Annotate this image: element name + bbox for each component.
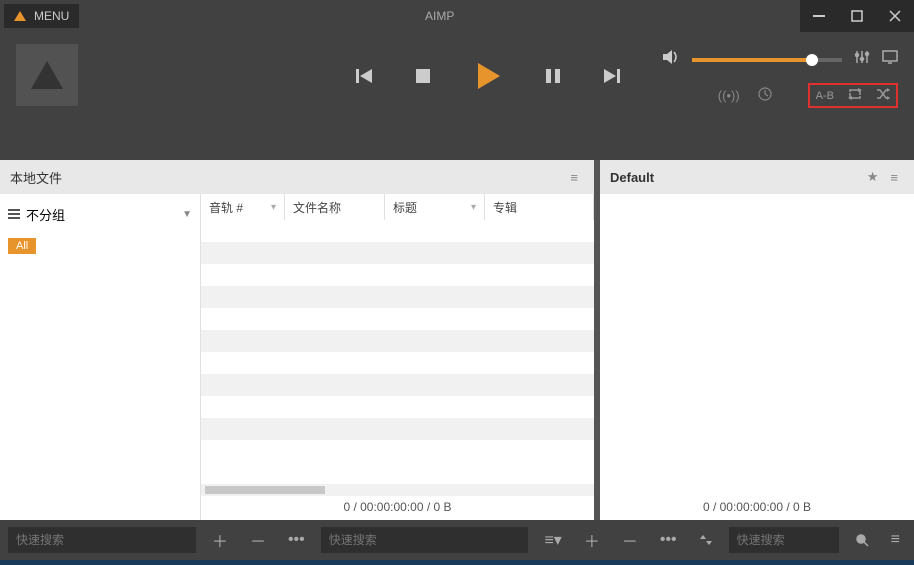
group-label: 不分组 (26, 205, 65, 224)
app-logo-icon (14, 11, 26, 21)
middle-search-input[interactable] (321, 527, 529, 553)
player-area: ((•)) A-B (0, 32, 914, 160)
col-title[interactable]: 标题▾ (385, 194, 485, 220)
playlist-panel: Default ★ ≡ 0 / 00:00:00:00 / 0 B (600, 160, 914, 520)
playlist-tab[interactable]: Default (610, 170, 654, 185)
list-menu-button[interactable]: ≡▾ (538, 530, 567, 550)
next-button[interactable] (602, 66, 622, 86)
table-row (201, 220, 594, 242)
playlist-menu-icon[interactable]: ≡ (884, 170, 904, 185)
playback-mode-box: A-B (808, 83, 898, 108)
col-album[interactable]: 专辑 (485, 194, 594, 220)
bottom-bar: ＋ － ••• ≡▾ ＋ － ••• ≡ (0, 520, 914, 560)
visualization-button[interactable] (882, 49, 898, 70)
equalizer-button[interactable] (854, 49, 870, 70)
maximize-button[interactable] (838, 0, 876, 32)
add-button[interactable]: ＋ (206, 528, 234, 552)
hamburger-icon (8, 209, 20, 219)
right-controls: ((•)) A-B (662, 48, 898, 108)
playlist-search-input[interactable] (729, 527, 839, 553)
table-row (201, 374, 594, 396)
table-row (201, 440, 594, 462)
filter-icon[interactable]: ▾ (471, 202, 476, 213)
remove-button[interactable]: － (244, 528, 272, 552)
playlist-body (600, 194, 914, 496)
radio-icon[interactable]: ((•)) (718, 88, 740, 103)
app-title: AIMP (79, 9, 800, 23)
previous-button[interactable] (354, 66, 374, 86)
horizontal-scrollbar[interactable] (201, 484, 594, 496)
sort-button[interactable] (693, 533, 719, 547)
library-panel: 本地文件 ≡ 不分组 ▼ All 音轨 #▾ 文件名称 标题▾ 专辑 (0, 160, 594, 520)
minimize-button[interactable] (800, 0, 838, 32)
library-menu-icon[interactable]: ≡ (564, 170, 584, 185)
volume-slider[interactable] (692, 58, 842, 62)
table-row (201, 308, 594, 330)
close-button[interactable] (876, 0, 914, 32)
sub-controls: ((•)) A-B (718, 83, 898, 108)
playlist-add-button[interactable]: ＋ (578, 528, 606, 552)
menu-label: MENU (34, 9, 69, 23)
library-table: 音轨 #▾ 文件名称 标题▾ 专辑 (200, 194, 594, 520)
library-tab-bar: 本地文件 ≡ (0, 160, 594, 194)
playlist-more-button[interactable]: ••• (654, 531, 683, 549)
favorite-icon[interactable]: ★ (861, 169, 885, 185)
chevron-down-icon: ▼ (182, 209, 192, 220)
stop-button[interactable] (414, 67, 432, 85)
table-row (201, 242, 594, 264)
volume-row (662, 48, 898, 71)
col-filename[interactable]: 文件名称 (285, 194, 385, 220)
table-row (201, 264, 594, 286)
table-row (201, 352, 594, 374)
library-status: 0 / 00:00:00:00 / 0 B (201, 496, 594, 520)
library-sidebar: 不分组 ▼ All (0, 194, 200, 520)
col-track[interactable]: 音轨 #▾ (201, 194, 285, 220)
bottom-menu-icon[interactable]: ≡ (885, 531, 906, 549)
menu-button[interactable]: MENU (4, 4, 79, 28)
table-row (201, 330, 594, 352)
pause-button[interactable] (544, 67, 562, 85)
table-rows (201, 220, 594, 484)
playlist-tab-bar: Default ★ ≡ (600, 160, 914, 194)
main-area: 本地文件 ≡ 不分组 ▼ All 音轨 #▾ 文件名称 标题▾ 专辑 (0, 160, 914, 520)
table-row (201, 286, 594, 308)
group-selector[interactable]: 不分组 ▼ (8, 202, 192, 236)
logo-icon (31, 61, 63, 89)
ab-repeat-button[interactable]: A-B (816, 90, 834, 102)
more-button[interactable]: ••• (282, 531, 311, 549)
library-search-input[interactable] (8, 527, 196, 553)
title-bar: MENU AIMP (0, 0, 914, 32)
library-tab[interactable]: 本地文件 (10, 168, 62, 187)
shuffle-button[interactable] (876, 87, 890, 104)
all-filter-badge[interactable]: All (8, 238, 36, 254)
repeat-button[interactable] (848, 87, 862, 104)
table-row (201, 396, 594, 418)
album-art (16, 44, 78, 106)
playlist-remove-button[interactable]: － (616, 528, 644, 552)
volume-thumb[interactable] (806, 54, 818, 66)
play-button[interactable] (472, 60, 504, 92)
search-icon[interactable] (849, 533, 875, 547)
table-header: 音轨 #▾ 文件名称 标题▾ 专辑 (201, 194, 594, 220)
filter-icon[interactable]: ▾ (271, 202, 276, 213)
window-controls (800, 0, 914, 32)
playlist-status: 0 / 00:00:00:00 / 0 B (600, 496, 914, 520)
scrollbar-thumb[interactable] (205, 486, 325, 494)
clock-icon[interactable] (758, 87, 772, 104)
table-row (201, 418, 594, 440)
volume-icon[interactable] (662, 48, 680, 71)
volume-fill (692, 58, 809, 62)
